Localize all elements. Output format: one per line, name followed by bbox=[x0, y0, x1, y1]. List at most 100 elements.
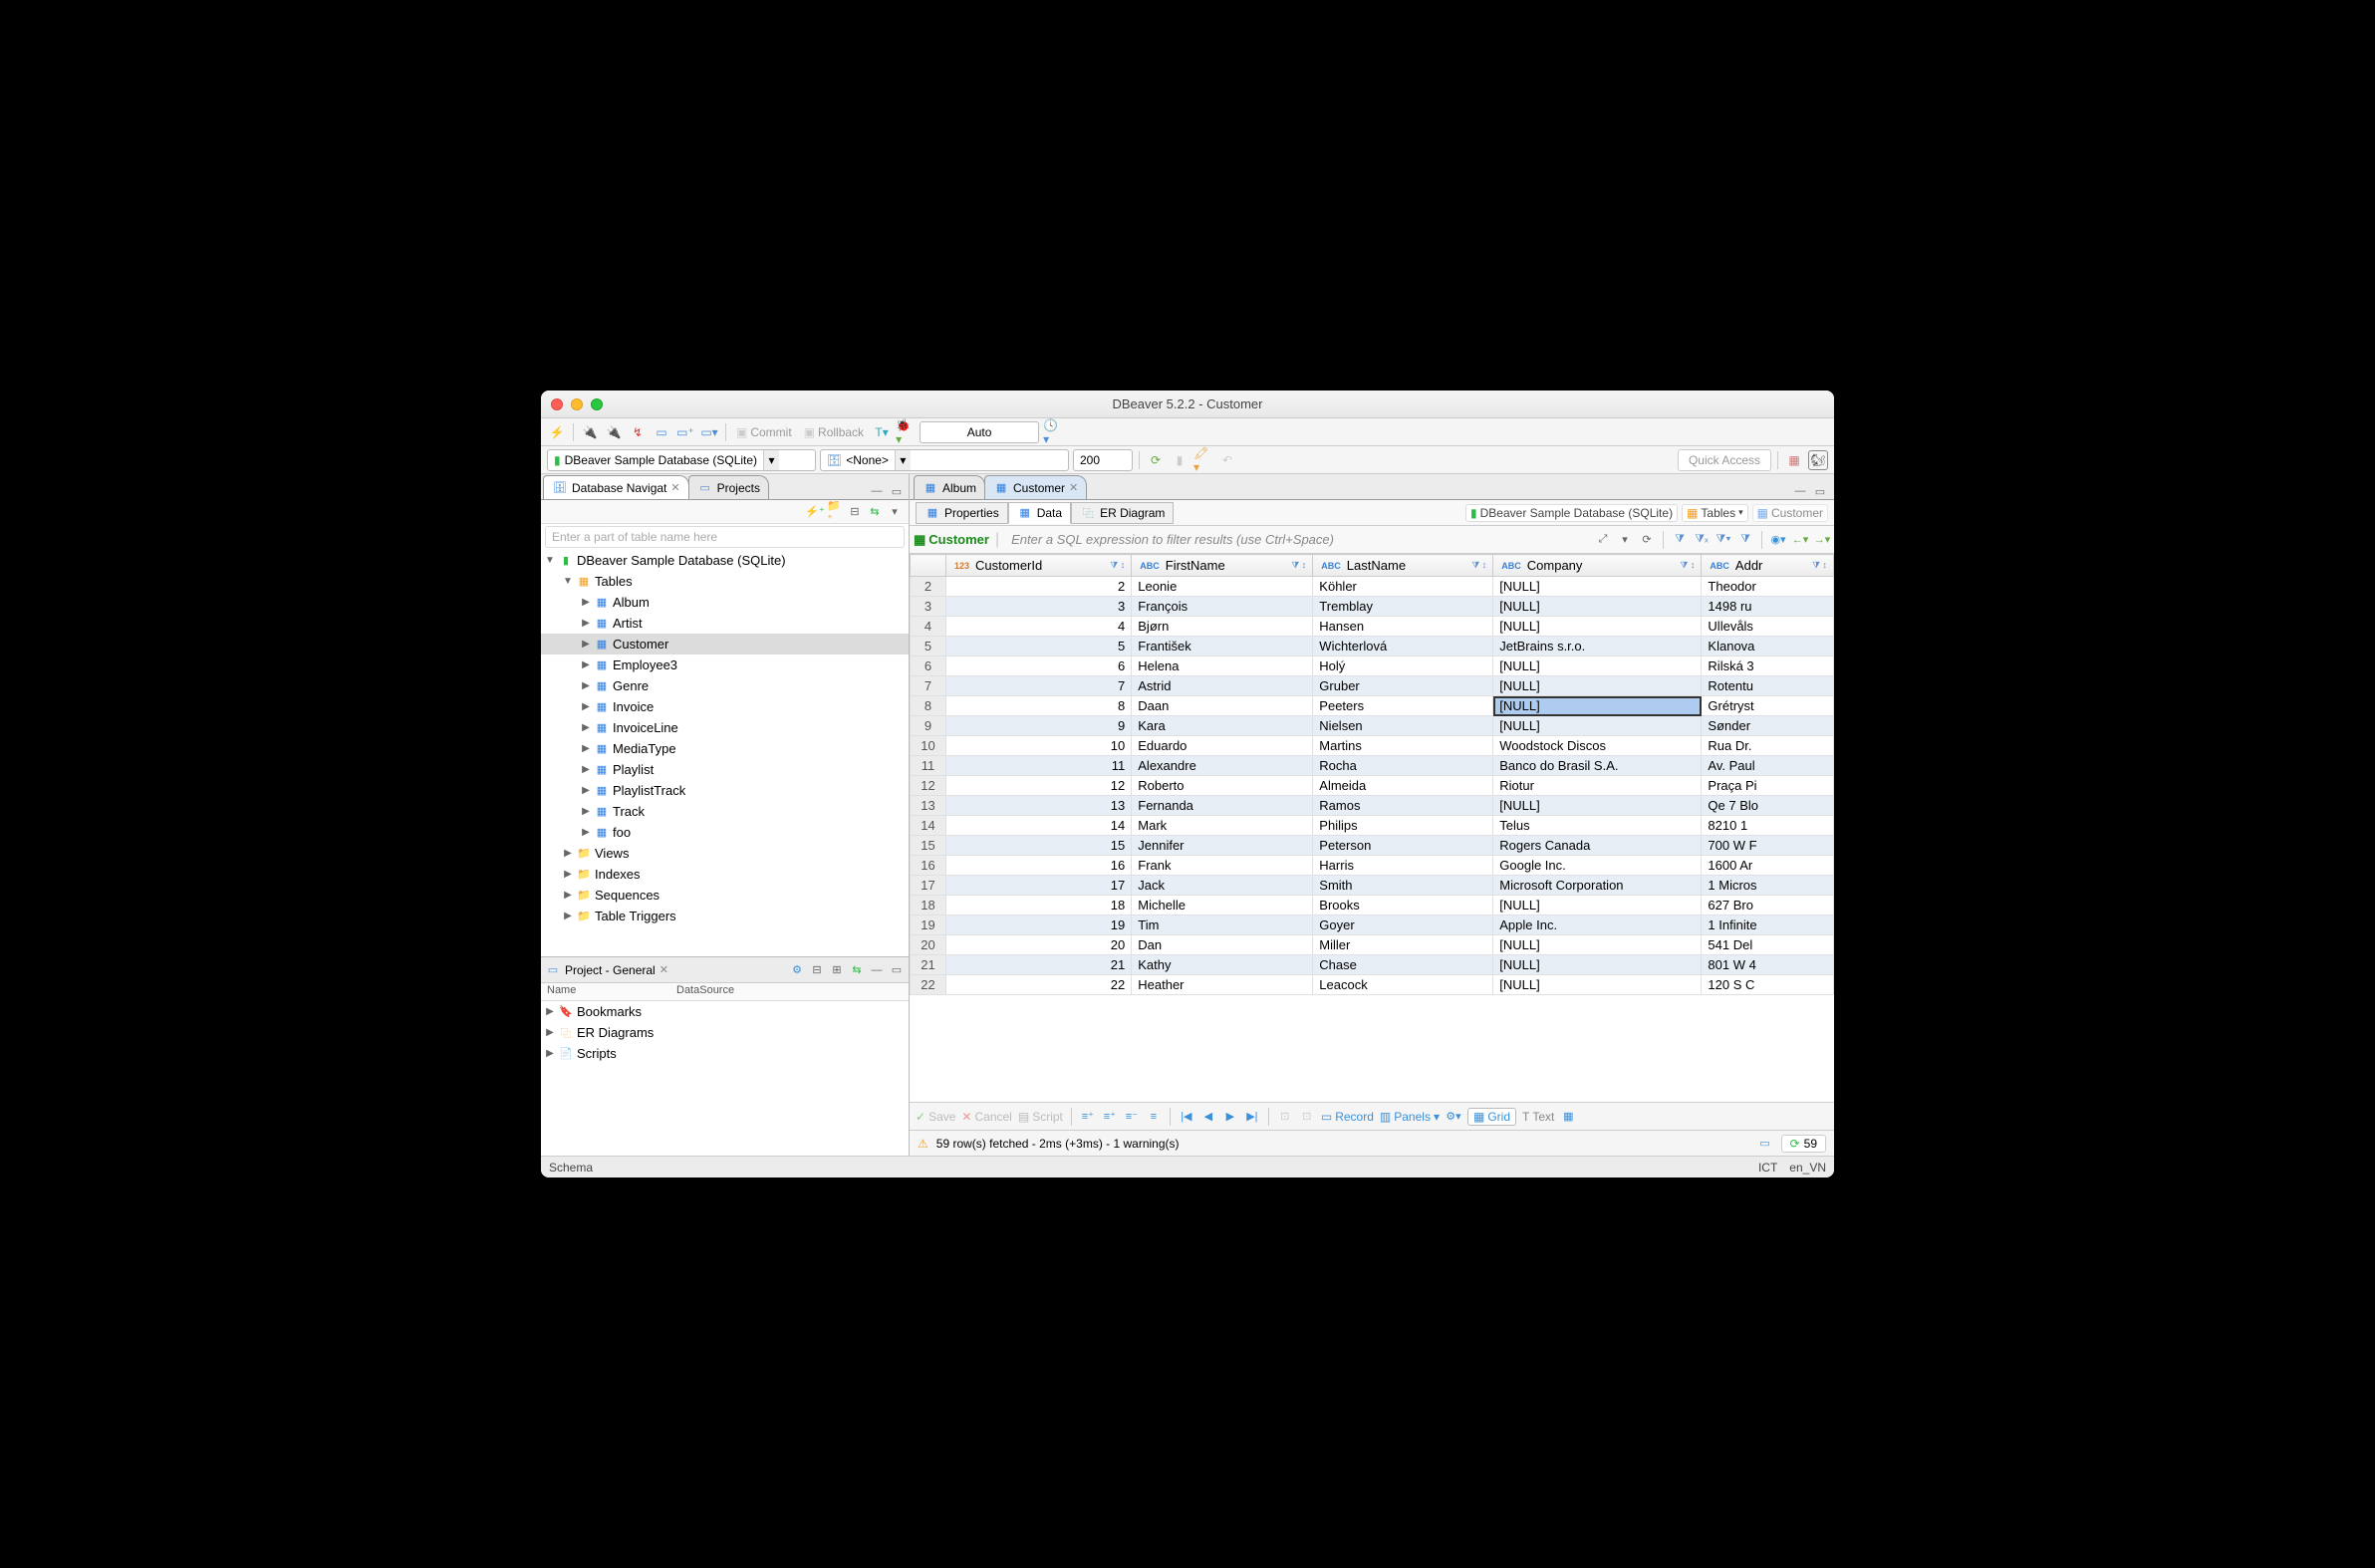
tree-table-artist[interactable]: ▶▦Artist bbox=[541, 613, 909, 634]
copy-row-icon[interactable]: ≡⁺ bbox=[1102, 1109, 1118, 1125]
cell[interactable]: 3 bbox=[946, 597, 1132, 617]
row-number[interactable]: 17 bbox=[911, 876, 946, 896]
last-page-icon[interactable]: ▶| bbox=[1244, 1109, 1260, 1125]
table-row[interactable]: 55FrantišekWichterlováJetBrains s.r.o.Kl… bbox=[911, 637, 1834, 656]
cell[interactable]: 20 bbox=[946, 935, 1132, 955]
tree-table-playlist[interactable]: ▶▦Playlist bbox=[541, 759, 909, 780]
cell[interactable]: František bbox=[1132, 637, 1313, 656]
row-number[interactable]: 13 bbox=[911, 796, 946, 816]
project-item-bookmarks[interactable]: ▶🔖Bookmarks bbox=[541, 1001, 909, 1022]
perspective-dbeaver-icon[interactable]: 🐿 bbox=[1808, 450, 1828, 470]
tree-indexes[interactable]: ▶📁Indexes bbox=[541, 864, 909, 885]
row-details-icon[interactable]: ▭ bbox=[1757, 1136, 1773, 1152]
sort-icon[interactable]: ⧩ ↕ bbox=[1110, 560, 1125, 571]
cell[interactable]: Goyer bbox=[1313, 915, 1493, 935]
maximize-editor-icon[interactable]: ▭ bbox=[1812, 483, 1828, 499]
cell[interactable]: Qe 7 Blo bbox=[1702, 796, 1834, 816]
tree-table-album[interactable]: ▶▦Album bbox=[541, 592, 909, 613]
table-row[interactable]: 88DaanPeeters[NULL]Grétryst bbox=[911, 696, 1834, 716]
table-row[interactable]: 99KaraNielsen[NULL]Sønder bbox=[911, 716, 1834, 736]
tree-table-playlisttrack[interactable]: ▶▦PlaylistTrack bbox=[541, 780, 909, 801]
minimize-proj-icon[interactable]: ― bbox=[869, 962, 885, 978]
zoom-out-icon[interactable]: ⊡ bbox=[1299, 1109, 1315, 1125]
cell[interactable]: Nielsen bbox=[1313, 716, 1493, 736]
add-row-icon[interactable]: ≡⁺ bbox=[1080, 1109, 1096, 1125]
table-row[interactable]: 1313FernandaRamos[NULL]Qe 7 Blo bbox=[911, 796, 1834, 816]
tab-customer[interactable]: ▦ Customer ✕ bbox=[984, 475, 1087, 499]
expand-filter-icon[interactable]: ⤢ bbox=[1595, 532, 1611, 548]
cell[interactable]: 11 bbox=[946, 756, 1132, 776]
cell[interactable]: Smith bbox=[1313, 876, 1493, 896]
row-number[interactable]: 9 bbox=[911, 716, 946, 736]
crumb-table[interactable]: ▦Customer bbox=[1752, 504, 1828, 522]
collapse-proj-icon[interactable]: ⊟ bbox=[809, 962, 825, 978]
column-header-lastname[interactable]: ABC LastName⧩ ↕ bbox=[1313, 555, 1493, 577]
table-row[interactable]: 22LeonieKöhler[NULL]Theodor bbox=[911, 577, 1834, 597]
row-number[interactable]: 14 bbox=[911, 816, 946, 836]
cell[interactable]: 8210 1 bbox=[1702, 816, 1834, 836]
cell[interactable]: 1 Infinite bbox=[1702, 915, 1834, 935]
cell[interactable]: [NULL] bbox=[1493, 716, 1702, 736]
cell[interactable]: [NULL] bbox=[1493, 617, 1702, 637]
cell[interactable]: Martins bbox=[1313, 736, 1493, 756]
row-number[interactable]: 10 bbox=[911, 736, 946, 756]
colorize-icon[interactable]: ◉▾ bbox=[1770, 532, 1786, 548]
panels-button[interactable]: ▥Panels ▾ bbox=[1380, 1110, 1440, 1124]
cell[interactable]: Apple Inc. bbox=[1493, 915, 1702, 935]
nav-tree[interactable]: ▼▮DBeaver Sample Database (SQLite)▼▦Tabl… bbox=[541, 550, 909, 956]
table-row[interactable]: 44BjørnHansen[NULL]Ullevåls bbox=[911, 617, 1834, 637]
column-header-company[interactable]: ABC Company⧩ ↕ bbox=[1493, 555, 1702, 577]
tree-table-mediatype[interactable]: ▶▦MediaType bbox=[541, 738, 909, 759]
table-row[interactable]: 1616FrankHarrisGoogle Inc.1600 Ar bbox=[911, 856, 1834, 876]
close-icon[interactable]: ✕ bbox=[670, 481, 679, 494]
schema-select[interactable]: 🗄<None> ▾ bbox=[820, 449, 1069, 471]
cell[interactable]: 6 bbox=[946, 656, 1132, 676]
tree-datasource[interactable]: ▼▮DBeaver Sample Database (SQLite) bbox=[541, 550, 909, 571]
row-number[interactable]: 12 bbox=[911, 776, 946, 796]
undo-icon[interactable]: ↶ bbox=[1217, 450, 1237, 470]
cell[interactable]: Mark bbox=[1132, 816, 1313, 836]
table-row[interactable]: 1717JackSmithMicrosoft Corporation1 Micr… bbox=[911, 876, 1834, 896]
cell[interactable]: Leacock bbox=[1313, 975, 1493, 995]
cell[interactable]: Wichterlová bbox=[1313, 637, 1493, 656]
cell[interactable]: Fernanda bbox=[1132, 796, 1313, 816]
link-proj-icon[interactable]: ⇆ bbox=[849, 962, 865, 978]
cell[interactable]: François bbox=[1132, 597, 1313, 617]
table-row[interactable]: 1414MarkPhilipsTelus8210 1 bbox=[911, 816, 1834, 836]
project-item-scripts[interactable]: ▶📄Scripts bbox=[541, 1043, 909, 1064]
next-page-icon[interactable]: ▶ bbox=[1222, 1109, 1238, 1125]
row-number[interactable]: 21 bbox=[911, 955, 946, 975]
link-editor-icon[interactable]: ⇆ bbox=[867, 504, 883, 520]
cell[interactable]: Eduardo bbox=[1132, 736, 1313, 756]
cell[interactable]: 12 bbox=[946, 776, 1132, 796]
highlight-icon[interactable]: 🖍▾ bbox=[1193, 450, 1213, 470]
duplicate-row-icon[interactable]: ≡ bbox=[1146, 1109, 1162, 1125]
data-grid[interactable]: 123 CustomerId⧩ ↕ABC FirstName⧩ ↕ABC Las… bbox=[910, 554, 1834, 1102]
extra-panel-icon[interactable]: ▦ bbox=[1560, 1109, 1576, 1125]
sort-icon[interactable]: ⧩ ↕ bbox=[1812, 560, 1827, 571]
debug-icon[interactable]: 🐞▾ bbox=[896, 422, 916, 442]
cell[interactable]: [NULL] bbox=[1493, 676, 1702, 696]
cell[interactable]: Praça Pi bbox=[1702, 776, 1834, 796]
tree-table-foo[interactable]: ▶▦foo bbox=[541, 822, 909, 843]
recent-sql-icon[interactable]: ▭▾ bbox=[699, 422, 719, 442]
datasource-select[interactable]: ▮DBeaver Sample Database (SQLite) ▾ bbox=[547, 449, 816, 471]
cell[interactable]: Jack bbox=[1132, 876, 1313, 896]
commit-button[interactable]: ▣Commit bbox=[732, 424, 796, 440]
tree-triggers[interactable]: ▶📁Table Triggers bbox=[541, 906, 909, 926]
cell[interactable]: 19 bbox=[946, 915, 1132, 935]
cell[interactable]: Banco do Brasil S.A. bbox=[1493, 756, 1702, 776]
tree-table-invoice[interactable]: ▶▦Invoice bbox=[541, 696, 909, 717]
view-menu-icon[interactable]: ▾ bbox=[887, 504, 903, 520]
cell[interactable]: Almeida bbox=[1313, 776, 1493, 796]
sort-icon[interactable]: ⧩ ↕ bbox=[1680, 560, 1695, 571]
cell[interactable]: Ramos bbox=[1313, 796, 1493, 816]
cell[interactable]: 22 bbox=[946, 975, 1132, 995]
row-number[interactable]: 4 bbox=[911, 617, 946, 637]
filter-remove-icon[interactable]: ⧩ₓ bbox=[1694, 532, 1710, 548]
nav-forward-icon[interactable]: →▾ bbox=[1814, 532, 1830, 548]
script-button[interactable]: ▤Script bbox=[1018, 1110, 1063, 1124]
table-row[interactable]: 2121KathyChase[NULL]801 W 4 bbox=[911, 955, 1834, 975]
cell[interactable]: Woodstock Discos bbox=[1493, 736, 1702, 756]
new-connection-nav-icon[interactable]: ⚡⁺ bbox=[807, 504, 823, 520]
